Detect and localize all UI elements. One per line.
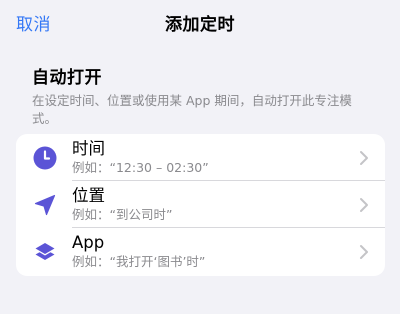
time-trigger-row[interactable]: 时间 例如：“12:30 – 02:30”: [16, 134, 385, 181]
app-trigger-row[interactable]: App 例如：“我打开‘图书’时”: [16, 228, 385, 275]
location-trigger-row[interactable]: 位置 例如：“到公司时”: [16, 181, 385, 228]
navigation-bar: 取消 添加定时: [0, 0, 400, 44]
location-trigger-title: 位置: [72, 186, 105, 205]
section-description: 在设定时间、位置或使用某 App 期间，自动打开此专注模式。: [32, 93, 352, 126]
time-trigger-title: 时间: [72, 139, 105, 158]
trigger-options-list: 时间 例如：“12:30 – 02:30” 位置 例如：“到公司时” App 例…: [16, 134, 385, 276]
location-arrow-icon: [33, 193, 57, 217]
page-title: 添加定时: [165, 15, 235, 35]
location-trigger-example: 例如：“到公司时”: [72, 207, 173, 222]
app-trigger-example: 例如：“我打开‘图书’时”: [72, 254, 206, 269]
chevron-right-icon: [359, 244, 369, 260]
time-trigger-example: 例如：“12:30 – 02:30”: [72, 160, 209, 175]
chevron-right-icon: [359, 197, 369, 213]
chevron-right-icon: [359, 150, 369, 166]
section-header: 自动打开 在设定时间、位置或使用某 App 期间，自动打开此专注模式。: [32, 66, 372, 128]
app-layers-icon: [33, 240, 57, 264]
clock-icon: [33, 146, 57, 170]
app-trigger-title: App: [72, 233, 105, 252]
section-title: 自动打开: [32, 68, 102, 88]
